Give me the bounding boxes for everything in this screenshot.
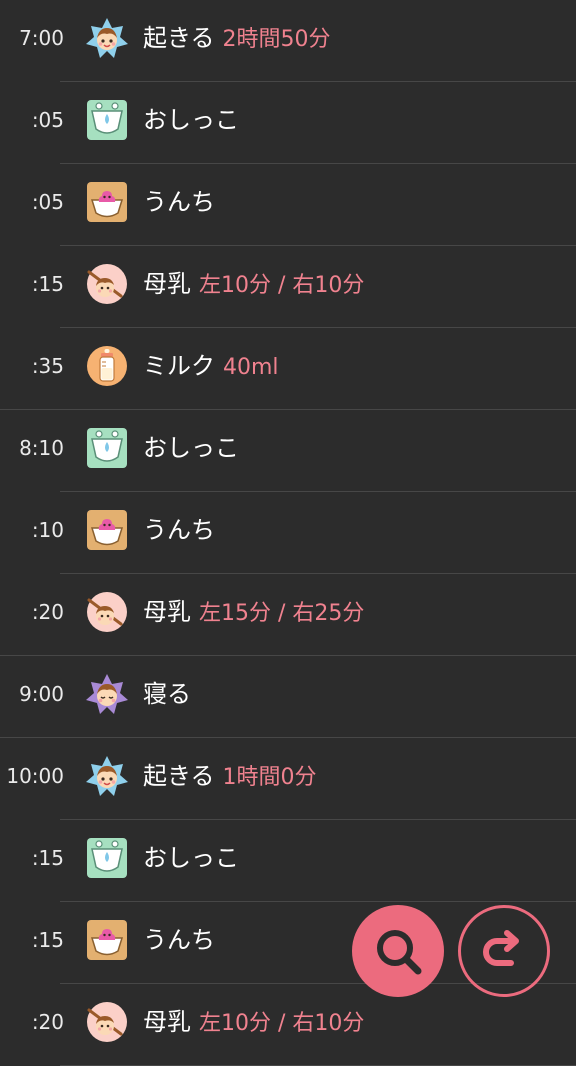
search-button[interactable]	[352, 905, 444, 997]
entry-time: :20	[31, 600, 64, 624]
entry-text: 母乳 左10分 / 右10分	[143, 246, 364, 328]
entry-time: 8:10	[19, 436, 64, 460]
entry-text: うんち	[143, 492, 215, 574]
entry-label: 母乳	[143, 270, 191, 298]
entry-time: :05	[31, 108, 64, 132]
log-entry[interactable]: :15 母乳 左10分 / 右10分	[0, 246, 576, 328]
log-entry[interactable]: 7:00 起きる 2時間50分	[0, 0, 576, 82]
return-arrow-icon	[483, 930, 519, 966]
entry-time: 7:00	[19, 26, 64, 50]
entry-text: ミルク 40ml	[143, 328, 279, 410]
entry-time: :15	[31, 846, 64, 870]
diaper-pee-icon	[85, 98, 129, 142]
log-entry[interactable]: :10 うんち	[0, 492, 576, 574]
log-entry[interactable]: :20 母乳 左10分 / 右10分	[0, 984, 576, 1066]
entry-time: :15	[31, 272, 64, 296]
milk-bottle-icon	[85, 344, 129, 388]
entry-text: おしっこ	[143, 410, 239, 492]
entry-label: おしっこ	[143, 106, 239, 134]
log-entry[interactable]: 8:10 おしっこ	[0, 410, 576, 492]
entry-label: 起きる	[143, 762, 215, 790]
diaper-poop-icon	[85, 918, 129, 962]
entry-text: 起きる 2時間50分	[143, 0, 331, 82]
entry-text: おしっこ	[143, 820, 239, 902]
diaper-pee-icon	[85, 836, 129, 880]
return-button[interactable]	[458, 905, 550, 997]
entry-text: 起きる 1時間0分	[143, 738, 317, 820]
entry-detail: 左15分 / 右25分	[199, 601, 365, 626]
entry-text: 母乳 左10分 / 右10分	[143, 984, 364, 1066]
log-entry[interactable]: :15 おしっこ	[0, 820, 576, 902]
entry-detail: 1時間0分	[222, 765, 317, 790]
search-icon	[377, 930, 422, 975]
entry-label: ミルク	[143, 352, 215, 380]
diaper-pee-icon	[85, 426, 129, 470]
log-entry[interactable]: 10:00 起きる 1時間0分	[0, 738, 576, 820]
entry-time: :10	[31, 518, 64, 542]
breastfeed-icon	[85, 262, 129, 306]
sleep-star-icon	[85, 672, 129, 716]
entry-time: 10:00	[6, 764, 64, 788]
log-entry[interactable]: :35 ミルク 40ml	[0, 328, 576, 410]
entry-text: 母乳 左15分 / 右25分	[143, 574, 364, 656]
entry-text: うんち	[143, 164, 215, 246]
entry-detail: 2時間50分	[222, 27, 331, 52]
entry-time: :20	[31, 1010, 64, 1034]
entry-label: 寝る	[143, 680, 191, 708]
entry-label: うんち	[143, 516, 215, 544]
entry-detail: 左10分 / 右10分	[199, 273, 365, 298]
entry-label: うんち	[143, 926, 215, 954]
entry-text: 寝る	[143, 656, 191, 738]
diaper-poop-icon	[85, 180, 129, 224]
entry-label: おしっこ	[143, 434, 239, 462]
entry-label: うんち	[143, 188, 215, 216]
diaper-poop-icon	[85, 508, 129, 552]
entry-label: 母乳	[143, 1008, 191, 1036]
entry-text: おしっこ	[143, 82, 239, 164]
log-entry[interactable]: 9:00 寝る	[0, 656, 576, 738]
entry-time: :35	[31, 354, 64, 378]
entry-label: おしっこ	[143, 844, 239, 872]
log-entry[interactable]: :20 母乳 左15分 / 右25分	[0, 574, 576, 656]
wake-star-icon	[85, 16, 129, 60]
breastfeed-icon	[85, 590, 129, 634]
entry-time: 9:00	[19, 682, 64, 706]
entry-detail: 40ml	[223, 355, 279, 380]
wake-star-icon	[85, 754, 129, 798]
entry-label: 起きる	[143, 24, 215, 52]
entry-time: :05	[31, 190, 64, 214]
log-entry[interactable]: :05 うんち	[0, 164, 576, 246]
entry-label: 母乳	[143, 598, 191, 626]
log-entry[interactable]: :05 おしっこ	[0, 82, 576, 164]
entry-time: :15	[31, 928, 64, 952]
entry-text: うんち	[143, 902, 215, 984]
breastfeed-icon	[85, 1000, 129, 1044]
